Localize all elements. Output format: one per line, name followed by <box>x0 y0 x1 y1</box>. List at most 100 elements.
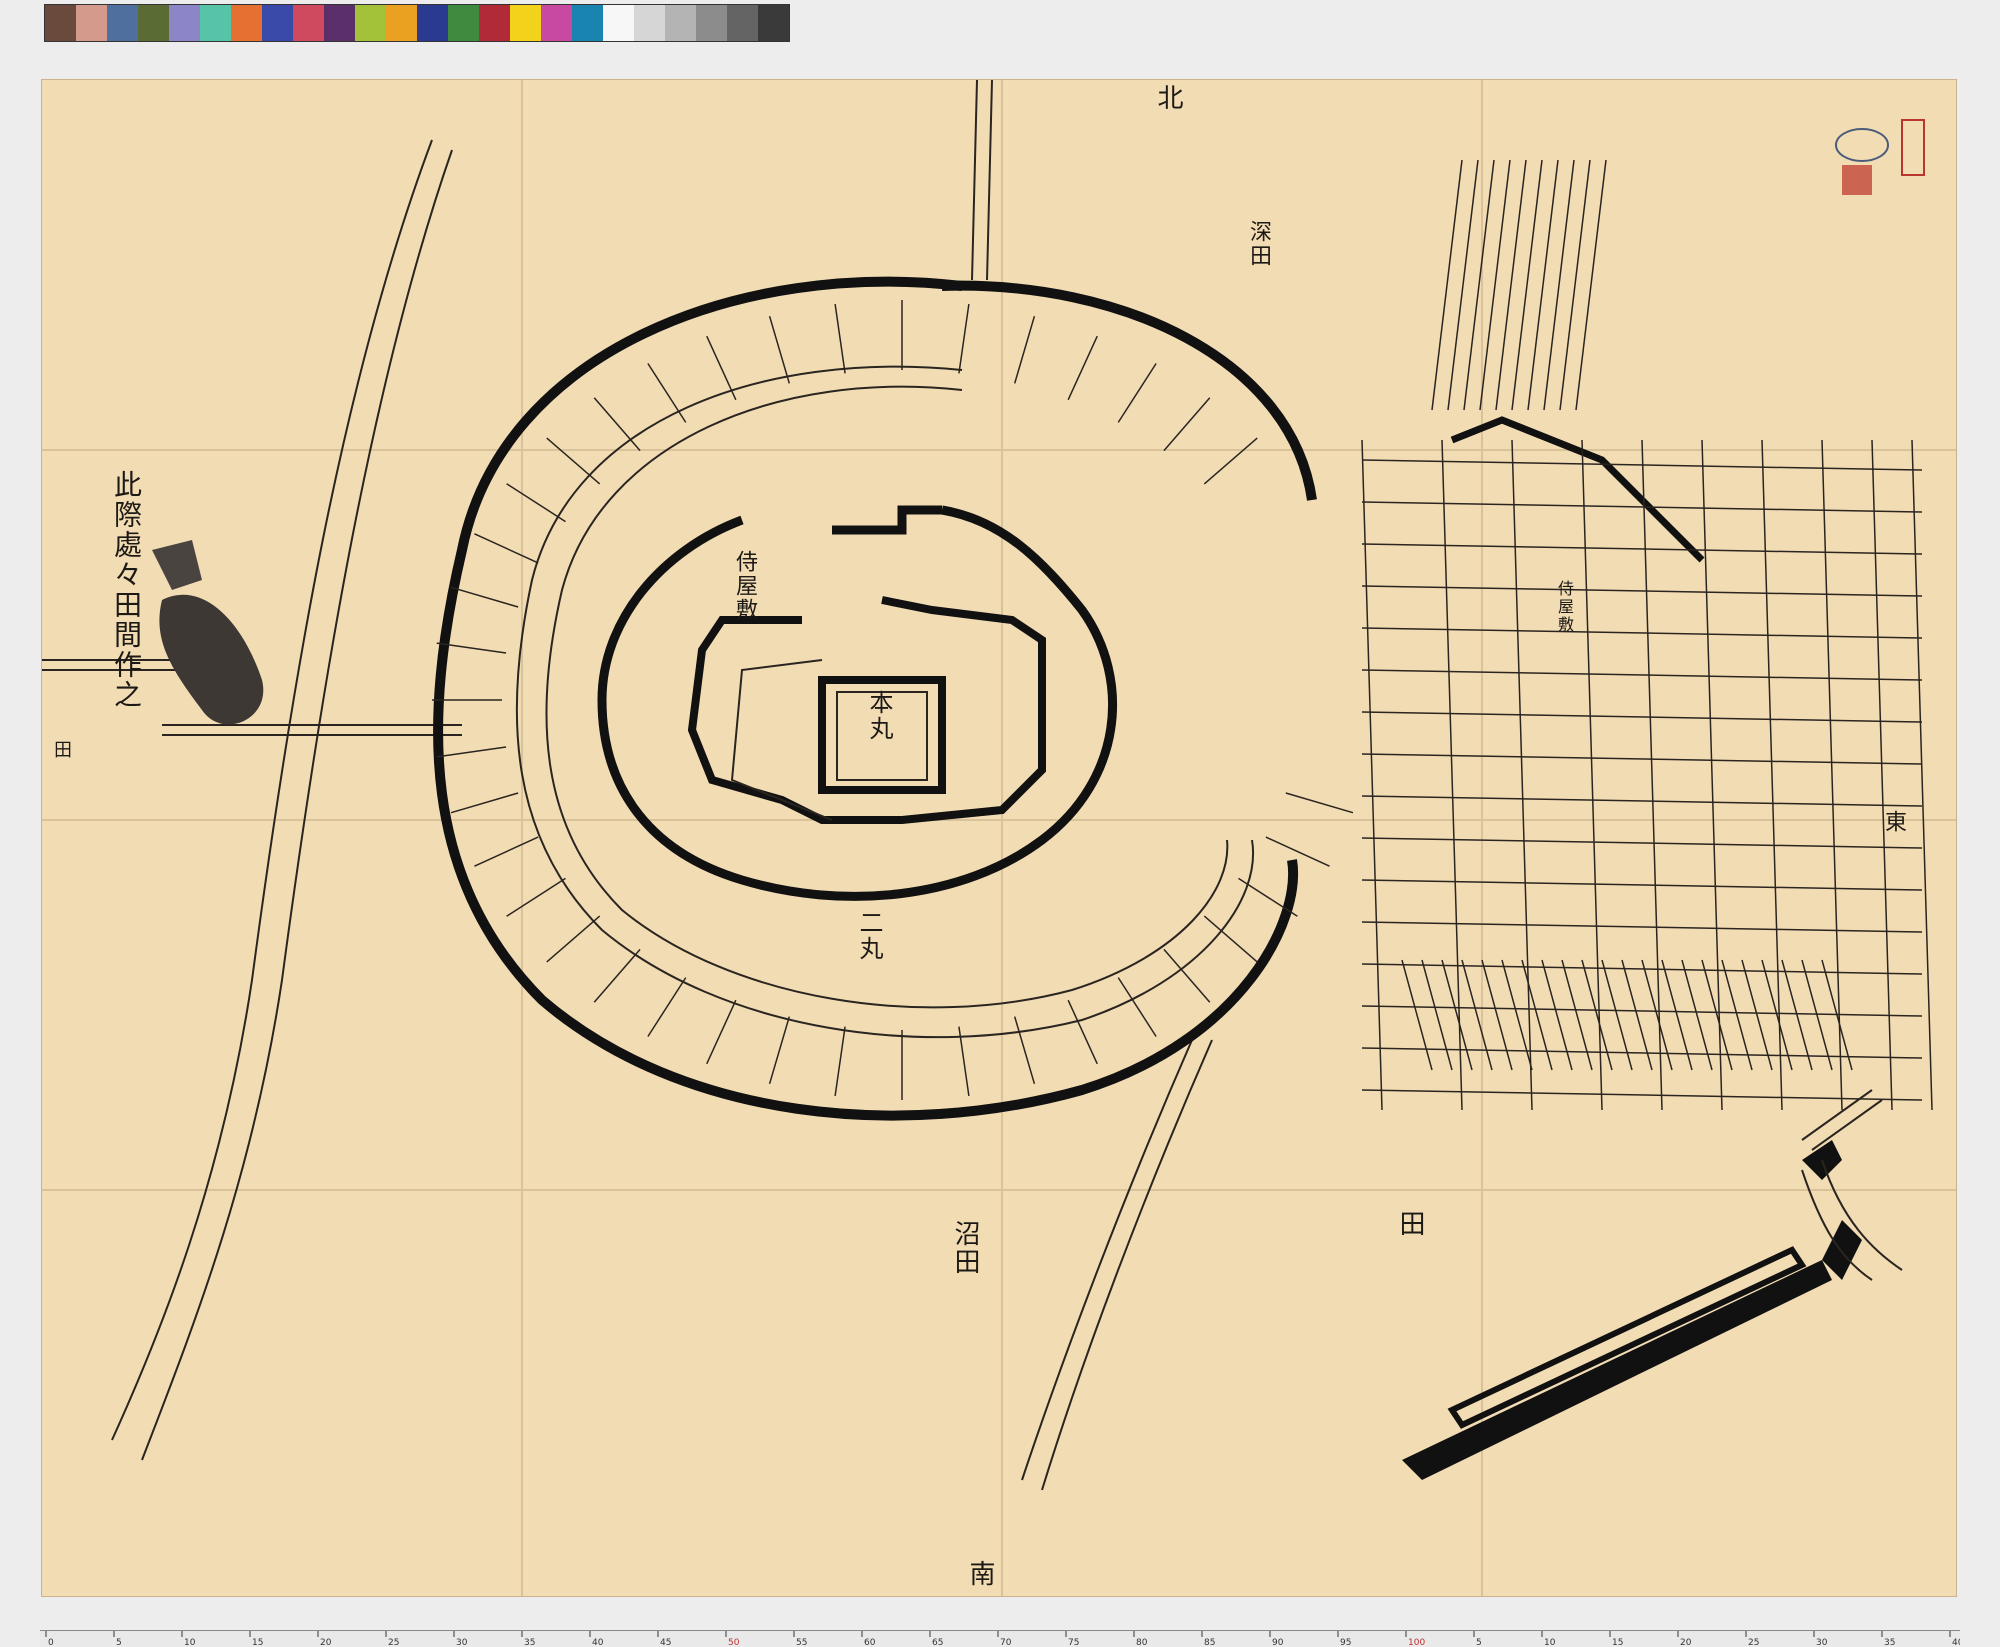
house-plot-divider <box>546 437 601 485</box>
house-plot-divider <box>1203 915 1258 963</box>
east-town-grid <box>1361 159 1933 1111</box>
house-plot-divider <box>1285 792 1354 814</box>
second-bailey-label: 二丸 <box>855 910 883 962</box>
samurai-houses-label-east: 侍屋敷 <box>1555 580 1574 634</box>
west-note: 此際處々田間作之 <box>110 470 143 710</box>
town-plot-line <box>1361 921 1923 933</box>
field-label-north: 深田 <box>1246 220 1271 268</box>
town-plot-line <box>1511 159 1543 411</box>
color-swatch <box>45 5 76 41</box>
town-plot-line <box>1521 959 1553 1071</box>
ownership-seals <box>1835 119 1925 195</box>
town-plot-line <box>1479 159 1511 411</box>
town-plot-line <box>1361 837 1923 849</box>
house-plot-divider <box>450 792 519 814</box>
castle-map-sheet: 此際處々田間作之 本丸 二丸 侍屋敷 侍屋敷 北 南 東 沼田 深田 田 田 <box>42 80 1956 1596</box>
color-swatch <box>603 5 634 41</box>
color-calibration-bar <box>44 4 790 42</box>
town-plot-line <box>1871 439 1893 1111</box>
house-plot-divider <box>474 836 539 867</box>
color-swatch <box>293 5 324 41</box>
town-plot-line <box>1495 159 1527 411</box>
color-swatch <box>479 5 510 41</box>
color-swatch <box>510 5 541 41</box>
town-plot-line <box>1361 1089 1923 1101</box>
town-plot-line <box>1441 959 1473 1071</box>
color-swatch <box>758 5 789 41</box>
color-swatch <box>696 5 727 41</box>
west-pond <box>152 540 264 725</box>
inner-bailey-label: 本丸 <box>865 690 893 742</box>
town-plot-line <box>1781 959 1813 1071</box>
house-plot-divider <box>1013 315 1036 384</box>
color-swatch <box>138 5 169 41</box>
town-plot-line <box>1541 959 1573 1071</box>
house-plot-divider <box>1067 999 1098 1065</box>
town-plot-line <box>1481 959 1513 1071</box>
house-plot-divider <box>1117 363 1157 423</box>
color-swatch <box>572 5 603 41</box>
house-plot-divider <box>436 746 507 758</box>
town-plot-line <box>1641 439 1663 1111</box>
house-plot-divider <box>474 533 539 564</box>
town-plot-line <box>1741 959 1773 1071</box>
color-swatch <box>634 5 665 41</box>
house-plot-divider <box>834 1026 846 1097</box>
town-plot-line <box>1361 669 1923 681</box>
color-swatch <box>231 5 262 41</box>
second-bailey-wall <box>597 505 1118 901</box>
house-plot-divider <box>1013 1016 1036 1085</box>
town-plot-line <box>1601 959 1633 1071</box>
field-symbol-east: 田 <box>1395 1210 1425 1238</box>
color-swatch <box>262 5 293 41</box>
house-plot-divider <box>1203 437 1258 485</box>
house-plot-divider <box>1163 397 1211 452</box>
fold-lines <box>42 80 1956 1596</box>
house-plot-divider <box>834 303 846 374</box>
east-marker: 東 <box>1881 810 1906 834</box>
measurement-ruler: 0 5 10 15 20 25 30 35 40 45 50 55 60 65 70 75 80 85 90 95 10… <box>40 1630 1960 1647</box>
color-swatch <box>727 5 758 41</box>
color-swatch <box>541 5 572 41</box>
town-plot-line <box>1361 753 1923 765</box>
color-swatch <box>386 5 417 41</box>
town-plot-line <box>1911 439 1933 1111</box>
house-plot-divider <box>958 303 970 374</box>
north-marker: 北 <box>1153 84 1183 112</box>
house-plot-divider <box>706 335 737 401</box>
town-plot-line <box>1361 627 1923 639</box>
town-plot-line <box>1421 959 1453 1071</box>
house-plot-divider <box>1265 836 1330 867</box>
east-wall <box>1450 416 1705 563</box>
town-plot-line <box>1401 959 1433 1071</box>
house-plot-divider <box>593 948 641 1003</box>
samurai-houses-label: 侍屋敷 <box>732 550 757 622</box>
town-plot-line <box>1761 439 1783 1111</box>
town-plot-line <box>1441 439 1463 1111</box>
color-swatch <box>107 5 138 41</box>
house-plot-divider <box>706 999 737 1065</box>
town-plot-line <box>1361 795 1923 807</box>
house-plot-divider <box>647 363 687 423</box>
town-plot-line <box>1761 959 1793 1071</box>
town-plot-line <box>1543 159 1575 411</box>
town-plot-line <box>1559 159 1591 411</box>
house-plot-divider <box>593 397 641 452</box>
color-swatch <box>417 5 448 41</box>
town-plot-line <box>1461 959 1493 1071</box>
town-plot-line <box>1561 959 1593 1071</box>
color-swatch <box>169 5 200 41</box>
town-plot-line <box>1361 1005 1923 1017</box>
town-plot-line <box>1361 711 1923 723</box>
town-plot-line <box>1463 159 1495 411</box>
town-plot-line <box>1821 439 1843 1111</box>
town-plot-line <box>1431 159 1463 411</box>
color-swatch <box>355 5 386 41</box>
house-plot-divider <box>506 483 566 523</box>
town-plot-line <box>1581 959 1613 1071</box>
house-plot-divider <box>450 586 519 608</box>
field-symbol-west: 田 <box>51 740 72 760</box>
house-plot-divider <box>768 315 791 384</box>
town-plot-line <box>1721 959 1753 1071</box>
field-label-south: 沼田 <box>950 1220 980 1276</box>
